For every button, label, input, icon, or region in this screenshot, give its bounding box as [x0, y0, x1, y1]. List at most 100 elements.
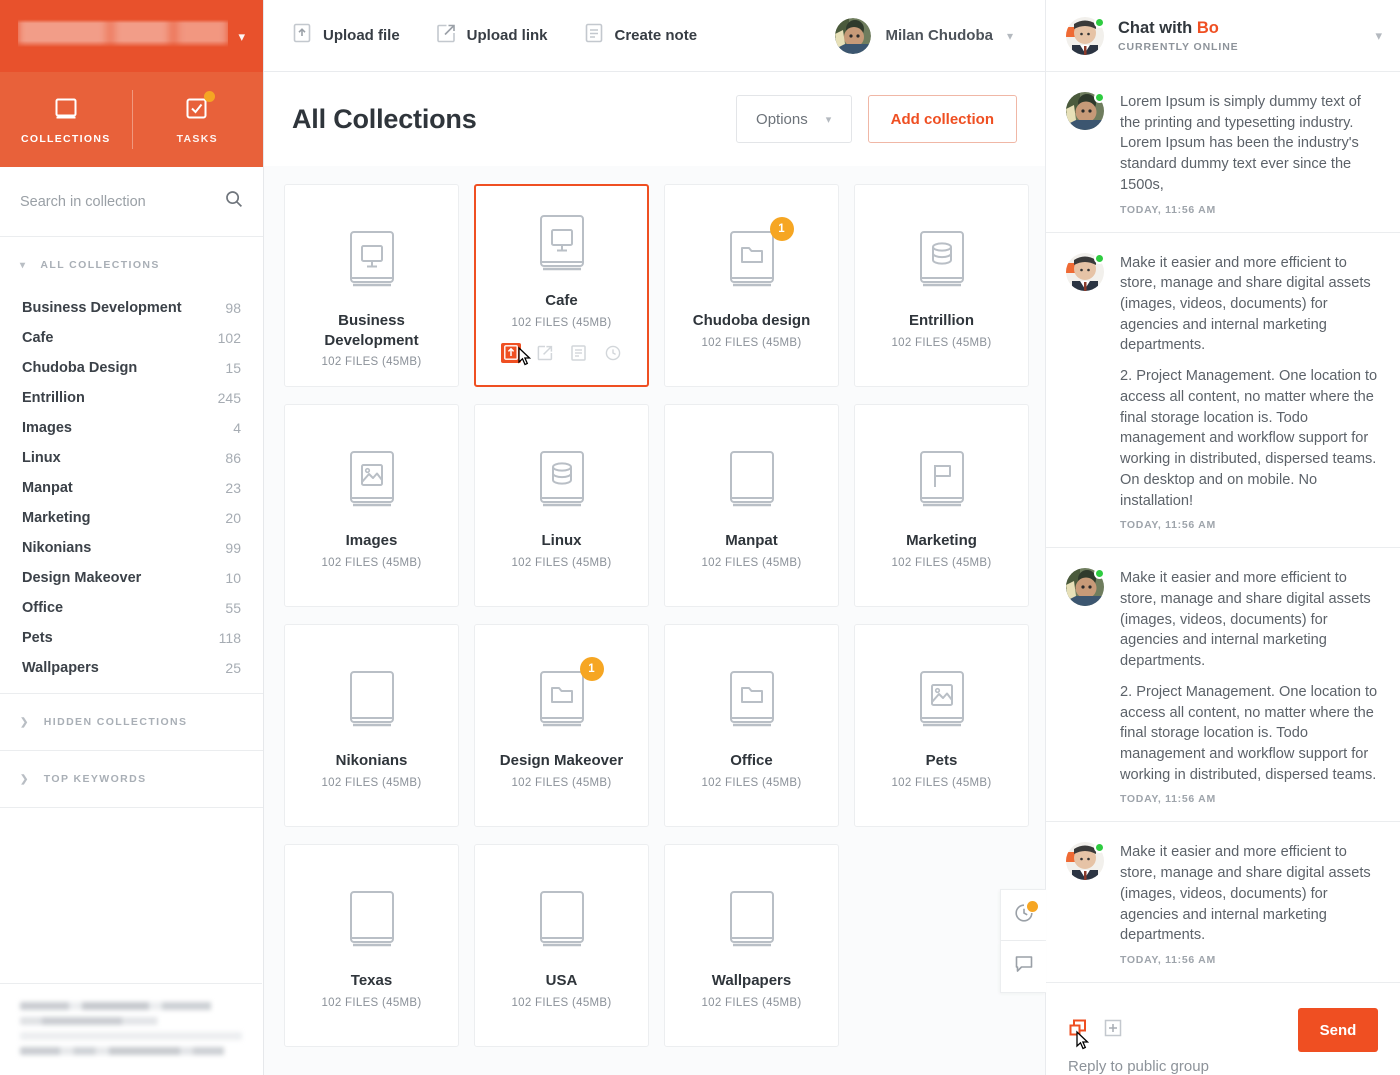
options-button[interactable]: Options ▾ — [735, 95, 852, 143]
chat-message-time: TODAY, 11:56 AM — [1120, 519, 1216, 532]
monitor-book-icon — [532, 209, 592, 277]
checkbox-icon — [183, 90, 216, 123]
card-title: Entrillion — [909, 312, 974, 329]
sidebar-mode-tasks[interactable]: TASKS — [131, 72, 264, 167]
note-icon[interactable] — [569, 343, 589, 363]
collection-card[interactable]: Nikonians 102 FILES (45MB) — [284, 624, 459, 827]
collection-card[interactable]: Entrillion 102 FILES (45MB) — [854, 184, 1029, 387]
blank-book-icon — [722, 445, 782, 513]
database-book-icon — [912, 225, 972, 293]
chat-message: Make it easier and more efficient to sto… — [1046, 233, 1400, 549]
card-file-info: 102 FILES (45MB) — [321, 776, 422, 789]
search-input[interactable] — [20, 193, 215, 210]
add-collection-button[interactable]: Add collection — [867, 95, 1017, 143]
chevron-right-icon: ❯ — [20, 716, 30, 728]
sidebar-collection-item[interactable]: Marketing 20 — [0, 503, 263, 533]
chat-title-prefix: Chat with — [1118, 18, 1197, 37]
create-note-button[interactable]: Create note — [584, 22, 698, 49]
collection-card[interactable]: Wallpapers 102 FILES (45MB) — [664, 844, 839, 1047]
sidebar-collection-item[interactable]: Chudoba Design 15 — [0, 353, 263, 383]
chevron-down-icon[interactable]: ▾ — [1375, 28, 1382, 44]
sidebar-collection-item[interactable]: Linux 86 — [0, 443, 263, 473]
chat-message: Lorem Ipsum is simply dummy text of the … — [1046, 72, 1400, 233]
chat-side-tabs — [1000, 889, 1046, 993]
external-link-icon[interactable] — [535, 343, 555, 363]
upload-link-button[interactable]: Upload link — [436, 22, 548, 49]
upload-file-button[interactable]: Upload file — [292, 22, 400, 49]
chat-title-name: Bo — [1196, 18, 1219, 37]
send-button[interactable]: Send — [1298, 1008, 1378, 1052]
chat-message-text: Make it easier and more efficient to sto… — [1120, 844, 1371, 944]
tasks-badge-dot — [204, 90, 216, 102]
card-file-info: 102 FILES (45MB) — [701, 556, 802, 569]
card-title: Business Development — [324, 312, 419, 349]
card-file-info: 102 FILES (45MB) — [321, 556, 422, 569]
collection-card[interactable]: 1 Chudoba design 102 FILES (45MB) — [664, 184, 839, 387]
card-file-info: 102 FILES (45MB) — [511, 556, 612, 569]
book-icon — [52, 95, 80, 123]
section-all-collections-label: ALL COLLECTIONS — [40, 259, 160, 271]
collection-card[interactable]: Business Development 102 FILES (45MB) — [284, 184, 459, 387]
avatar — [1066, 92, 1105, 130]
sidebar-collection-count: 23 — [225, 480, 241, 496]
sidebar-collection-count: 86 — [225, 450, 241, 466]
upload-link-label: Upload link — [466, 27, 548, 44]
footer-text-line — [20, 1047, 242, 1055]
card-title: Manpat — [725, 532, 778, 549]
section-top-keywords[interactable]: ❯ TOP KEYWORDS — [0, 751, 263, 807]
collection-card[interactable]: Texas 102 FILES (45MB) — [284, 844, 459, 1047]
open-new-window-icon[interactable] — [1068, 1018, 1090, 1049]
workspace-switcher[interactable]: ▾ — [0, 0, 263, 72]
collections-list: Business Development 98 Cafe 102 Chudoba Des… — [0, 293, 263, 693]
collection-card[interactable]: Linux 102 FILES (45MB) — [474, 404, 649, 607]
add-attachment-icon[interactable] — [1104, 1019, 1122, 1042]
collection-card[interactable]: Pets 102 FILES (45MB) — [854, 624, 1029, 827]
upload-icon[interactable] — [500, 342, 521, 363]
sidebar-collection-item[interactable]: Office 55 — [0, 593, 263, 623]
history-icon[interactable] — [603, 343, 623, 363]
collection-card[interactable]: Images 102 FILES (45MB) — [284, 404, 459, 607]
chat-title: Chat with Bo — [1118, 19, 1239, 38]
upload-file-icon — [292, 22, 312, 49]
sidebar-collection-count: 4 — [233, 420, 241, 436]
collection-card[interactable]: Cafe 102 FILES (45MB) — [474, 184, 649, 387]
chat-message-text: Lorem Ipsum is simply dummy text of the … — [1120, 94, 1361, 193]
collection-card[interactable]: Office 102 FILES (45MB) — [664, 624, 839, 827]
avatar — [1066, 252, 1105, 291]
sidebar-collection-item[interactable]: Images 4 — [0, 413, 263, 443]
sidebar-collection-item[interactable]: Wallpapers 25 — [0, 653, 263, 683]
sidebar-collection-item[interactable]: Entrillion 245 — [0, 383, 263, 413]
chevron-down-icon[interactable]: ▾ — [1007, 29, 1013, 43]
history-tab[interactable] — [1000, 889, 1046, 941]
sidebar-collection-item[interactable]: Nikonians 99 — [0, 533, 263, 563]
collection-card[interactable]: 1 Design Makeover 102 FILES (45MB) — [474, 624, 649, 827]
user-menu[interactable]: Milan Chudoba ▾ — [835, 17, 1025, 54]
collection-card[interactable]: Marketing 102 FILES (45MB) — [854, 404, 1029, 607]
collection-card[interactable]: Manpat 102 FILES (45MB) — [664, 404, 839, 607]
sidebar-collection-name: Linux — [22, 450, 61, 466]
card-badge: 1 — [579, 657, 604, 681]
search-icon[interactable] — [225, 190, 243, 213]
collections-grid: Business Development 102 FILES (45MB) Cafe… — [284, 184, 1029, 1047]
create-note-label: Create note — [614, 27, 698, 44]
sidebar-collection-item[interactable]: Business Development 98 — [0, 293, 263, 323]
chevron-down-icon[interactable]: ▾ — [238, 30, 245, 43]
section-hidden-collections[interactable]: ❯ HIDDEN COLLECTIONS — [0, 694, 263, 750]
create-note-icon — [584, 22, 604, 49]
card-badge: 1 — [769, 217, 794, 241]
card-title: Design Makeover — [499, 752, 624, 769]
history-badge-dot — [1027, 901, 1038, 912]
search-in-collection[interactable] — [0, 167, 263, 237]
page-actions: Options ▾ Add collection — [735, 95, 1017, 143]
sidebar-collection-item[interactable]: Manpat 23 — [0, 473, 263, 503]
card-file-info: 102 FILES (45MB) — [511, 776, 612, 789]
section-all-collections[interactable]: ▾ ALL COLLECTIONS — [0, 237, 263, 293]
sidebar-collection-item[interactable]: Design Makeover 10 — [0, 563, 263, 593]
sidebar-collection-item[interactable]: Cafe 102 — [0, 323, 263, 353]
sidebar-collection-item[interactable]: Pets 118 — [0, 623, 263, 653]
collection-card[interactable]: USA 102 FILES (45MB) — [474, 844, 649, 1047]
chat-tab[interactable] — [1000, 941, 1046, 993]
chat-message: Make it easier and more efficient to sto… — [1046, 548, 1400, 823]
chevron-down-icon: ▾ — [825, 113, 832, 126]
sidebar-mode-collections[interactable]: COLLECTIONS — [0, 72, 132, 167]
